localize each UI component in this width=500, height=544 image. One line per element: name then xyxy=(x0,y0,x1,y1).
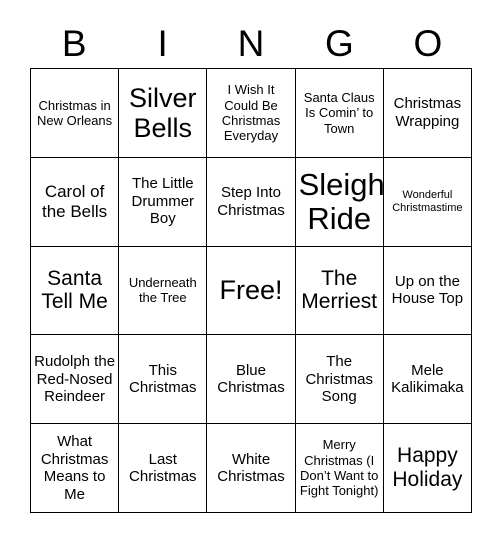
bingo-cell-r2-c2[interactable]: The Little Drummer Boy xyxy=(119,157,208,247)
bingo-cell-label: I Wish It Could Be Christmas Everyday xyxy=(221,82,281,144)
bingo-cell-r1-c2[interactable]: Silver Bells xyxy=(119,69,208,158)
bingo-cell-r5-c4[interactable]: Merry Christmas (I Don’t Want to Fight T… xyxy=(295,424,384,513)
bingo-cell-r2-c3[interactable]: Step Into Christmas xyxy=(207,157,296,247)
bingo-cell-label: Carol of the Bells xyxy=(41,181,108,221)
bingo-cell-label: Silver Bells xyxy=(129,82,197,143)
bingo-cell-label: What Christmas Means to Me xyxy=(40,433,109,503)
bingo-grid: Christmas in New Orleans Silver Bells I Wi… xyxy=(30,68,472,513)
bingo-cell-label: Santa Tell Me xyxy=(41,266,108,314)
bingo-cell-r3-c4[interactable]: The Merriest xyxy=(295,246,384,336)
bingo-cell-label: Santa Claus Is Comin’ to Town xyxy=(303,89,375,136)
bingo-cell-r5-c3[interactable]: White Christmas xyxy=(207,424,296,513)
bingo-cell-r1-c1[interactable]: Christmas in New Orleans xyxy=(31,69,120,158)
bingo-header-letter-i: I xyxy=(157,22,168,64)
bingo-cell-label: Happy Holiday xyxy=(392,444,463,492)
bingo-cell-label: Up on the House Top xyxy=(391,272,464,308)
bingo-cell-label: The Christmas Song xyxy=(305,352,373,406)
bingo-cell-r5-c5[interactable]: Happy Holiday xyxy=(383,424,472,513)
bingo-cell-r1-c4[interactable]: Santa Claus Is Comin’ to Town xyxy=(295,69,384,158)
bingo-cell-r3-c2[interactable]: Underneath the Tree xyxy=(119,246,208,336)
bingo-cell-r3-c5[interactable]: Up on the House Top xyxy=(383,246,472,336)
bingo-cell-r2-c5[interactable]: Wonderful Christmastime xyxy=(383,157,472,247)
bingo-cell-r2-c1[interactable]: Carol of the Bells xyxy=(31,157,120,247)
bingo-header-letter-n: N xyxy=(237,22,265,64)
bingo-cell-label: This Christmas xyxy=(129,361,197,397)
bingo-cell-label: Rudolph the Red-Nosed Reindeer xyxy=(34,352,116,406)
bingo-cell-label: Christmas in New Orleans xyxy=(37,97,113,128)
bingo-cell-r4-c1[interactable]: Rudolph the Red-Nosed Reindeer xyxy=(31,335,120,425)
bingo-cell-label: Step Into Christmas xyxy=(217,184,285,219)
bingo-cell-free-space[interactable]: Free! xyxy=(207,246,296,336)
bingo-cell-r3-c1[interactable]: Santa Tell Me xyxy=(31,246,120,336)
bingo-cell-label: Merry Christmas (I Don’t Want to Fight T… xyxy=(299,437,379,499)
bingo-cell-label: Underneath the Tree xyxy=(128,275,197,306)
bingo-cell-label: White Christmas xyxy=(217,450,285,486)
bingo-cell-label: Christmas Wrapping xyxy=(393,95,462,130)
bingo-cell-label: Free! xyxy=(219,275,283,306)
bingo-header-letter-b: B xyxy=(61,22,87,64)
bingo-cell-r5-c2[interactable]: Last Christmas xyxy=(119,424,208,513)
bingo-cell-label: The Little Drummer Boy xyxy=(131,175,195,228)
bingo-cell-label: Last Christmas xyxy=(129,450,197,486)
bingo-cell-r4-c2[interactable]: This Christmas xyxy=(119,335,208,425)
bingo-cell-r1-c5[interactable]: Christmas Wrapping xyxy=(383,69,472,158)
bingo-cell-r4-c5[interactable]: Mele Kalikimaka xyxy=(383,335,472,425)
bingo-header-letter-o: O xyxy=(413,22,443,64)
bingo-cell-label: Wonderful Christmastime xyxy=(392,188,463,214)
bingo-cell-label: Blue Christmas xyxy=(217,361,285,397)
bingo-header-letter-g: G xyxy=(325,22,354,64)
bingo-cell-label: Mele Kalikimaka xyxy=(391,361,464,397)
bingo-card: B I N G O Christmas in New Orleans Silver Bel… xyxy=(0,0,500,544)
bingo-cell-r4-c4[interactable]: The Christmas Song xyxy=(295,335,384,425)
bingo-cell-label: The Merriest xyxy=(301,266,378,314)
bingo-cell-r1-c3[interactable]: I Wish It Could Be Christmas Everyday xyxy=(207,69,296,158)
bingo-cell-r2-c4[interactable]: Sleigh Ride xyxy=(295,157,384,247)
bingo-header-row: BINGO xyxy=(30,18,472,68)
bingo-cell-label: Sleigh Ride xyxy=(298,166,384,236)
bingo-cell-r4-c3[interactable]: Blue Christmas xyxy=(207,335,296,425)
bingo-cell-r5-c1[interactable]: What Christmas Means to Me xyxy=(31,424,120,513)
